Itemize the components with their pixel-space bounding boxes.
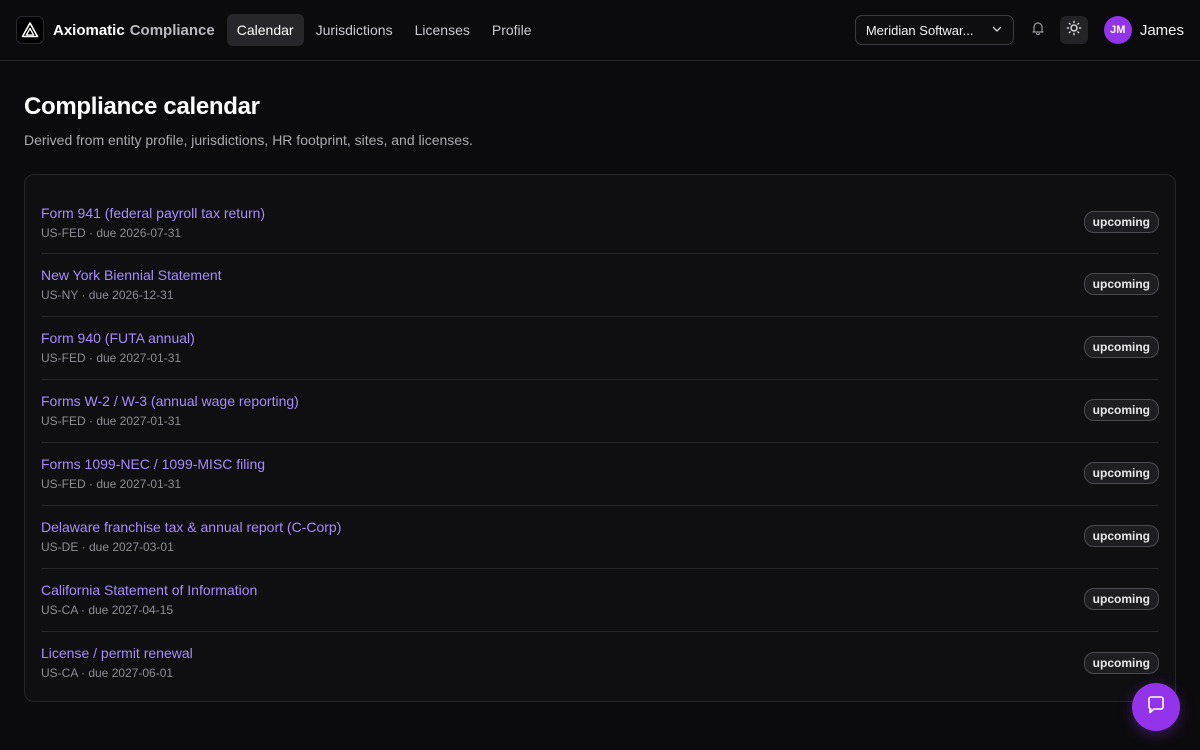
status-badge: upcoming	[1083, 462, 1159, 484]
list-item-title[interactable]: New York Biennial Statement	[41, 267, 222, 283]
list-item-title[interactable]: Forms 1099-NEC / 1099-MISC filing	[41, 456, 265, 472]
list-item-title[interactable]: Form 941 (federal payroll tax return)	[41, 205, 265, 221]
list-item-title[interactable]: Form 940 (FUTA annual)	[41, 330, 195, 346]
main-nav: Calendar Jurisdictions Licenses Profile	[226, 14, 542, 46]
list-item-meta: US-CA · due 2027-06-01	[41, 666, 174, 680]
list-item-text: Form 940 (FUTA annual) US-FED · due 2027…	[41, 330, 195, 365]
chat-bubble-icon	[1145, 694, 1167, 721]
org-selector[interactable]: Meridian Softwar...	[854, 15, 1014, 45]
list-item: Form 941 (federal payroll tax return) US…	[41, 193, 1159, 254]
brand-suffix: Compliance	[129, 21, 215, 39]
org-selector-value: Meridian Softwar...	[865, 22, 974, 38]
list-item-meta: US-FED · due 2027-01-31	[41, 476, 182, 491]
list-item-text: Form 941 (federal payroll tax return) US…	[41, 205, 265, 240]
page-title: Compliance calendar	[24, 93, 260, 120]
status-badge: upcoming	[1083, 525, 1159, 547]
list-item-meta: US-FED · due 2027-01-31	[41, 413, 182, 428]
list-item: Form 940 (FUTA annual) US-FED · due 2027…	[41, 317, 1159, 380]
nav-jurisdictions[interactable]: Jurisdictions	[306, 14, 403, 46]
list-item-text: Forms 1099-NEC / 1099-MISC filing US-FED…	[41, 456, 265, 491]
list-item: California Statement of Information US-C…	[41, 569, 1159, 632]
page-subtitle: Derived from entity profile, jurisdictio…	[24, 132, 473, 148]
status-badge: upcoming	[1083, 211, 1159, 233]
list-item-text: Delaware franchise tax & annual report (…	[41, 519, 341, 554]
calendar-list: Form 941 (federal payroll tax return) US…	[24, 174, 1176, 702]
main-content: Compliance calendar Derived from entity …	[0, 61, 1200, 702]
chevron-down-icon	[991, 23, 1003, 38]
list-item-text: New York Biennial Statement US-NY · due …	[41, 267, 222, 302]
list-item-meta: US-DE · due 2027-03-01	[41, 539, 174, 554]
list-item: New York Biennial Statement US-NY · due …	[41, 254, 1159, 317]
brand-name: Axiomatic	[53, 21, 125, 39]
list-item: Forms 1099-NEC / 1099-MISC filing US-FED…	[41, 443, 1159, 506]
list-item-text: Forms W-2 / W-3 (annual wage reporting) …	[41, 393, 299, 428]
bell-icon	[1030, 20, 1046, 41]
theme-toggle-button[interactable]	[1059, 16, 1088, 44]
nav-profile[interactable]: Profile	[482, 14, 542, 46]
list-item: Forms W-2 / W-3 (annual wage reporting) …	[41, 380, 1159, 443]
status-badge: upcoming	[1083, 273, 1159, 295]
list-item: License / permit renewal US-CA · due 202…	[41, 632, 1159, 695]
status-badge: upcoming	[1083, 651, 1159, 674]
topbar-actions: Meridian Softwar... JM James	[854, 15, 1184, 45]
list-item: Delaware franchise tax & annual report (…	[41, 506, 1159, 569]
notifications-button[interactable]	[1024, 16, 1052, 44]
list-item-meta: US-NY · due 2026-12-31	[41, 287, 174, 302]
list-item-meta: US-CA · due 2027-04-15	[41, 602, 174, 617]
top-bar: Axiomatic Compliance Calendar Jurisdicti…	[0, 0, 1200, 61]
avatar: JM	[1103, 16, 1132, 44]
brand[interactable]: Axiomatic Compliance	[16, 16, 215, 44]
status-badge: upcoming	[1083, 588, 1159, 610]
user-name: James	[1139, 21, 1184, 39]
list-item-text: License / permit renewal US-CA · due 202…	[41, 645, 193, 680]
status-badge: upcoming	[1083, 399, 1159, 421]
sun-icon	[1066, 20, 1082, 41]
list-item-text: California Statement of Information US-C…	[41, 582, 257, 617]
nav-licenses[interactable]: Licenses	[405, 14, 480, 46]
user-menu[interactable]: JM James	[1103, 16, 1184, 44]
triangle-logo-icon	[16, 16, 44, 44]
list-item-title[interactable]: California Statement of Information	[41, 582, 257, 598]
list-item-meta: US-FED · due 2026-07-31	[41, 225, 182, 240]
list-item-meta: US-FED · due 2027-01-31	[41, 350, 182, 365]
list-item-title[interactable]: License / permit renewal	[41, 645, 193, 661]
chat-button[interactable]	[1132, 683, 1180, 731]
list-item-title[interactable]: Forms W-2 / W-3 (annual wage reporting)	[41, 393, 299, 409]
list-item-title[interactable]: Delaware franchise tax & annual report (…	[41, 519, 341, 535]
nav-calendar[interactable]: Calendar	[226, 14, 304, 46]
status-badge: upcoming	[1083, 336, 1159, 358]
